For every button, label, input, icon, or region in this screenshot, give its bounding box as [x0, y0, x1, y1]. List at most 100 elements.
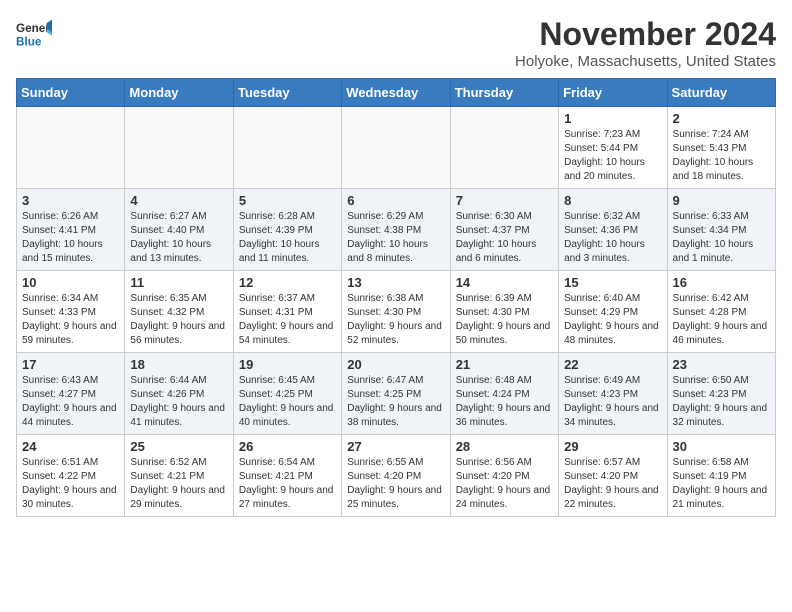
calendar-cell: 21Sunrise: 6:48 AM Sunset: 4:24 PM Dayli… — [450, 353, 558, 435]
calendar-cell: 6Sunrise: 6:29 AM Sunset: 4:38 PM Daylig… — [342, 189, 450, 271]
day-number: 18 — [130, 357, 227, 372]
calendar-week-2: 3 Sunrise: 6:26 AM Sunset: 4:41 PM Daylig… — [17, 189, 776, 271]
calendar-cell — [125, 107, 233, 189]
col-header-friday: Friday — [559, 79, 667, 107]
day-info: Sunrise: 6:32 AM Sunset: 4:36 PM Dayligh… — [564, 210, 661, 266]
col-header-sunday: Sunday — [17, 79, 125, 107]
day-number: 26 — [239, 439, 336, 454]
day-info: Sunrise: 6:37 AM Sunset: 4:31 PM Dayligh… — [239, 292, 336, 348]
day-info: Sunrise: 6:28 AM Sunset: 4:39 PM Dayligh… — [239, 210, 336, 266]
calendar-cell: 29 Sunrise: 6:57 AM Sunset: 4:20 PM Dayli… — [559, 435, 667, 517]
calendar-cell: 10 Sunrise: 6:34 AM Sunset: 4:33 PM Dayli… — [17, 271, 125, 353]
day-info: Sunrise: 6:57 AM Sunset: 4:20 PM Dayligh… — [564, 456, 661, 512]
calendar-cell: 23 Sunrise: 6:50 AM Sunset: 4:23 PM Dayli… — [667, 353, 775, 435]
day-number: 23 — [673, 357, 770, 372]
day-info: Sunrise: 6:55 AM Sunset: 4:20 PM Dayligh… — [347, 456, 444, 512]
day-info: Sunrise: 6:58 AM Sunset: 4:19 PM Dayligh… — [673, 456, 770, 512]
col-header-thursday: Thursday — [450, 79, 558, 107]
location-title: Holyoke, Massachusetts, United States — [515, 53, 776, 70]
calendar-week-3: 10 Sunrise: 6:34 AM Sunset: 4:33 PM Dayli… — [17, 271, 776, 353]
calendar-cell: 27 Sunrise: 6:55 AM Sunset: 4:20 PM Dayli… — [342, 435, 450, 517]
day-info: Sunrise: 6:30 AM Sunset: 4:37 PM Dayligh… — [456, 210, 553, 266]
day-number: 29 — [564, 439, 661, 454]
header-area: General Blue November 2024 Holyoke, Mass… — [16, 16, 776, 70]
calendar-cell: 26 Sunrise: 6:54 AM Sunset: 4:21 PM Dayli… — [233, 435, 341, 517]
day-number: 14 — [456, 275, 553, 290]
day-info: Sunrise: 6:42 AM Sunset: 4:28 PM Dayligh… — [673, 292, 770, 348]
calendar-cell: 20Sunrise: 6:47 AM Sunset: 4:25 PM Dayli… — [342, 353, 450, 435]
day-info: Sunrise: 6:45 AM Sunset: 4:25 PM Dayligh… — [239, 374, 336, 430]
calendar-cell: 8Sunrise: 6:32 AM Sunset: 4:36 PM Daylig… — [559, 189, 667, 271]
calendar-cell: 1Sunrise: 7:23 AM Sunset: 5:44 PM Daylig… — [559, 107, 667, 189]
calendar-week-4: 17 Sunrise: 6:43 AM Sunset: 4:27 PM Dayli… — [17, 353, 776, 435]
calendar-cell: 18 Sunrise: 6:44 AM Sunset: 4:26 PM Dayli… — [125, 353, 233, 435]
day-info: Sunrise: 6:51 AM Sunset: 4:22 PM Dayligh… — [22, 456, 119, 512]
day-info: Sunrise: 6:33 AM Sunset: 4:34 PM Dayligh… — [673, 210, 770, 266]
calendar-cell: 25 Sunrise: 6:52 AM Sunset: 4:21 PM Dayli… — [125, 435, 233, 517]
day-info: Sunrise: 6:38 AM Sunset: 4:30 PM Dayligh… — [347, 292, 444, 348]
day-number: 3 — [22, 193, 119, 208]
calendar-cell — [342, 107, 450, 189]
day-number: 10 — [22, 275, 119, 290]
day-info: Sunrise: 6:34 AM Sunset: 4:33 PM Dayligh… — [22, 292, 119, 348]
day-info: Sunrise: 6:29 AM Sunset: 4:38 PM Dayligh… — [347, 210, 444, 266]
day-number: 1 — [564, 111, 661, 126]
calendar-cell: 9 Sunrise: 6:33 AM Sunset: 4:34 PM Daylig… — [667, 189, 775, 271]
day-info: Sunrise: 6:47 AM Sunset: 4:25 PM Dayligh… — [347, 374, 444, 430]
title-area: November 2024 Holyoke, Massachusetts, Un… — [515, 16, 776, 70]
day-number: 16 — [673, 275, 770, 290]
calendar-cell: 28 Sunrise: 6:56 AM Sunset: 4:20 PM Dayli… — [450, 435, 558, 517]
day-info: Sunrise: 6:54 AM Sunset: 4:21 PM Dayligh… — [239, 456, 336, 512]
calendar-cell: 12Sunrise: 6:37 AM Sunset: 4:31 PM Dayli… — [233, 271, 341, 353]
calendar-cell: 5Sunrise: 6:28 AM Sunset: 4:39 PM Daylig… — [233, 189, 341, 271]
calendar-cell: 11 Sunrise: 6:35 AM Sunset: 4:32 PM Dayli… — [125, 271, 233, 353]
calendar-cell: 19 Sunrise: 6:45 AM Sunset: 4:25 PM Dayli… — [233, 353, 341, 435]
day-info: Sunrise: 6:44 AM Sunset: 4:26 PM Dayligh… — [130, 374, 227, 430]
calendar: SundayMondayTuesdayWednesdayThursdayFrid… — [16, 78, 776, 517]
day-number: 11 — [130, 275, 227, 290]
calendar-cell: 22 Sunrise: 6:49 AM Sunset: 4:23 PM Dayli… — [559, 353, 667, 435]
day-number: 2 — [673, 111, 770, 126]
day-number: 24 — [22, 439, 119, 454]
day-info: Sunrise: 6:52 AM Sunset: 4:21 PM Dayligh… — [130, 456, 227, 512]
col-header-wednesday: Wednesday — [342, 79, 450, 107]
calendar-cell: 30Sunrise: 6:58 AM Sunset: 4:19 PM Dayli… — [667, 435, 775, 517]
day-info: Sunrise: 6:35 AM Sunset: 4:32 PM Dayligh… — [130, 292, 227, 348]
col-header-saturday: Saturday — [667, 79, 775, 107]
day-number: 13 — [347, 275, 444, 290]
calendar-cell: 24 Sunrise: 6:51 AM Sunset: 4:22 PM Dayli… — [17, 435, 125, 517]
day-info: Sunrise: 6:26 AM Sunset: 4:41 PM Dayligh… — [22, 210, 119, 266]
calendar-cell: 15Sunrise: 6:40 AM Sunset: 4:29 PM Dayli… — [559, 271, 667, 353]
calendar-cell — [17, 107, 125, 189]
day-info: Sunrise: 6:50 AM Sunset: 4:23 PM Dayligh… — [673, 374, 770, 430]
day-info: Sunrise: 6:56 AM Sunset: 4:20 PM Dayligh… — [456, 456, 553, 512]
calendar-cell: 17 Sunrise: 6:43 AM Sunset: 4:27 PM Dayli… — [17, 353, 125, 435]
day-info: Sunrise: 6:43 AM Sunset: 4:27 PM Dayligh… — [22, 374, 119, 430]
day-number: 4 — [130, 193, 227, 208]
day-number: 19 — [239, 357, 336, 372]
day-number: 7 — [456, 193, 553, 208]
day-number: 25 — [130, 439, 227, 454]
logo: General Blue — [16, 16, 52, 52]
day-number: 9 — [673, 193, 770, 208]
svg-text:Blue: Blue — [16, 36, 42, 49]
calendar-cell: 2 Sunrise: 7:24 AM Sunset: 5:43 PM Daylig… — [667, 107, 775, 189]
day-info: Sunrise: 7:24 AM Sunset: 5:43 PM Dayligh… — [673, 128, 770, 184]
day-info: Sunrise: 6:39 AM Sunset: 4:30 PM Dayligh… — [456, 292, 553, 348]
day-number: 28 — [456, 439, 553, 454]
day-number: 17 — [22, 357, 119, 372]
calendar-cell: 16 Sunrise: 6:42 AM Sunset: 4:28 PM Dayli… — [667, 271, 775, 353]
day-info: Sunrise: 6:49 AM Sunset: 4:23 PM Dayligh… — [564, 374, 661, 430]
calendar-cell: 13 Sunrise: 6:38 AM Sunset: 4:30 PM Dayli… — [342, 271, 450, 353]
col-header-tuesday: Tuesday — [233, 79, 341, 107]
calendar-header-row: SundayMondayTuesdayWednesdayThursdayFrid… — [17, 79, 776, 107]
calendar-week-5: 24 Sunrise: 6:51 AM Sunset: 4:22 PM Dayli… — [17, 435, 776, 517]
day-number: 22 — [564, 357, 661, 372]
calendar-cell: 3 Sunrise: 6:26 AM Sunset: 4:41 PM Daylig… — [17, 189, 125, 271]
day-info: Sunrise: 6:48 AM Sunset: 4:24 PM Dayligh… — [456, 374, 553, 430]
day-number: 15 — [564, 275, 661, 290]
calendar-cell — [233, 107, 341, 189]
col-header-monday: Monday — [125, 79, 233, 107]
day-info: Sunrise: 6:27 AM Sunset: 4:40 PM Dayligh… — [130, 210, 227, 266]
day-number: 27 — [347, 439, 444, 454]
